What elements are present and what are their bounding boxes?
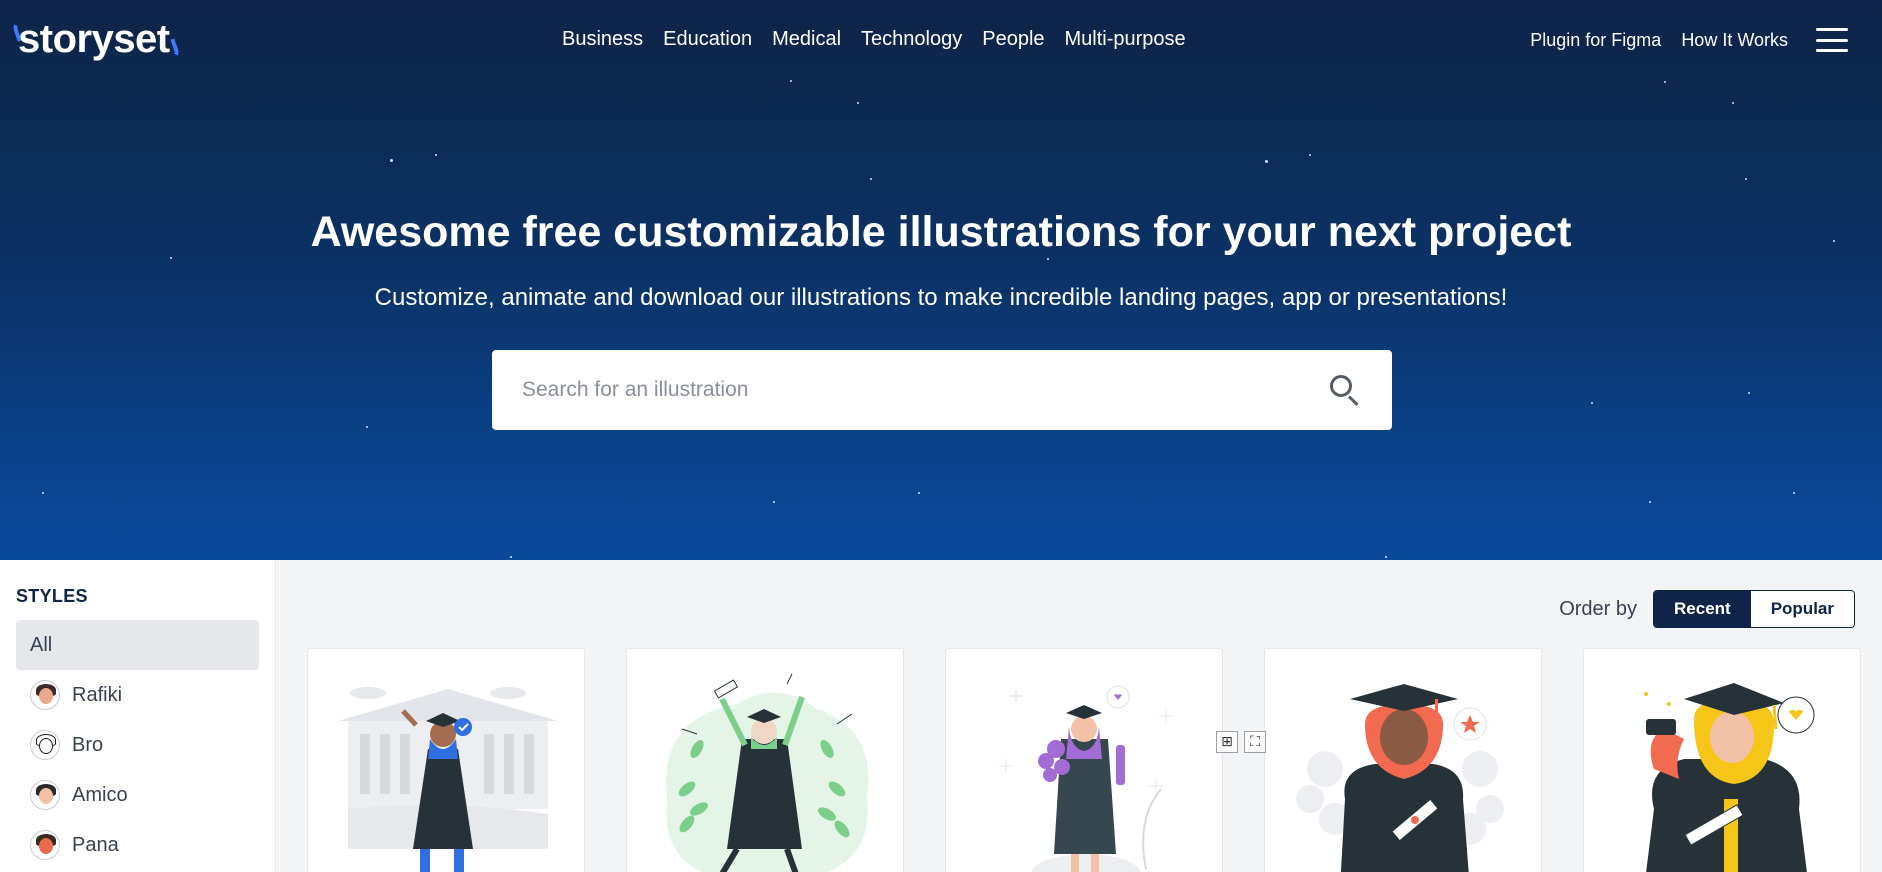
style-item-label: Pana bbox=[72, 833, 119, 856]
logo-text: storyset bbox=[18, 16, 170, 61]
hero-section: storyset Business Education Medical Tech… bbox=[0, 0, 1882, 560]
right-nav: Plugin for Figma How It Works bbox=[1530, 30, 1788, 51]
illustrations-main: Order by Recent Popular bbox=[277, 560, 1882, 872]
graduate-jumping-illustration bbox=[665, 673, 869, 872]
illustration-card[interactable] bbox=[1583, 648, 1861, 872]
star-decoration bbox=[857, 102, 859, 104]
grid-tool-icon[interactable]: ⊞ bbox=[1216, 731, 1238, 753]
illustration-card[interactable] bbox=[626, 648, 904, 872]
pana-avatar-icon bbox=[30, 830, 60, 860]
star-decoration bbox=[1793, 492, 1795, 494]
illustration-card[interactable] bbox=[1264, 648, 1542, 872]
storyset-logo[interactable]: storyset bbox=[11, 16, 181, 62]
nav-item-medical[interactable]: Medical bbox=[772, 28, 841, 51]
star-decoration bbox=[510, 556, 512, 558]
style-item-all[interactable]: All bbox=[16, 620, 259, 670]
star-decoration bbox=[42, 492, 44, 494]
hero-title: Awesome free customizable illustrations … bbox=[310, 208, 1572, 256]
hero-subtitle: Customize, animate and download our illu… bbox=[374, 284, 1508, 311]
style-item-label: Bro bbox=[72, 733, 104, 756]
plugin-for-figma-link[interactable]: Plugin for Figma bbox=[1530, 30, 1661, 51]
nav-item-business[interactable]: Business bbox=[562, 28, 643, 51]
category-nav: Business Education Medical Technology Pe… bbox=[562, 28, 1186, 51]
star-decoration bbox=[1047, 258, 1049, 260]
order-popular-button[interactable]: Popular bbox=[1750, 591, 1854, 627]
styles-sidebar: STYLES All Rafiki Bro Amico Pana bbox=[0, 560, 276, 872]
nav-item-technology[interactable]: Technology bbox=[861, 28, 962, 51]
how-it-works-link[interactable]: How It Works bbox=[1681, 30, 1788, 51]
star-decoration bbox=[1591, 402, 1593, 404]
star-decoration bbox=[1385, 556, 1387, 558]
expand-tool-icon[interactable]: ⛶ bbox=[1244, 731, 1266, 753]
search-bar bbox=[492, 350, 1392, 430]
graduate-selfie-illustration bbox=[1644, 683, 1815, 872]
star-decoration bbox=[1745, 178, 1747, 180]
hamburger-menu-icon[interactable] bbox=[1816, 28, 1848, 52]
style-item-label: Amico bbox=[72, 783, 128, 806]
style-item-label: Rafiki bbox=[72, 683, 123, 706]
styles-heading: STYLES bbox=[16, 586, 88, 606]
bro-avatar-icon bbox=[30, 730, 60, 760]
star-decoration bbox=[870, 178, 872, 180]
order-by-toggle: Recent Popular bbox=[1653, 590, 1855, 628]
illustration-grid bbox=[307, 648, 1861, 872]
star-decoration bbox=[170, 257, 172, 259]
illustration-card[interactable] bbox=[307, 648, 585, 872]
star-decoration bbox=[773, 501, 775, 503]
star-decoration bbox=[918, 492, 920, 494]
style-item-amico[interactable]: Amico bbox=[16, 770, 259, 820]
graduate-hijab-illustration bbox=[1296, 684, 1504, 872]
search-icon[interactable] bbox=[1328, 373, 1362, 407]
search-input[interactable] bbox=[522, 378, 1328, 402]
nav-item-people[interactable]: People bbox=[982, 28, 1044, 51]
star-decoration bbox=[435, 154, 437, 156]
rafiki-avatar-icon bbox=[30, 680, 60, 710]
star-decoration bbox=[1732, 102, 1734, 104]
style-item-label: All bbox=[30, 633, 53, 656]
nav-item-education[interactable]: Education bbox=[663, 28, 752, 51]
star-decoration bbox=[1309, 154, 1311, 156]
style-item-pana[interactable]: Pana bbox=[16, 820, 259, 870]
order-by-label: Order by bbox=[1559, 597, 1638, 620]
star-decoration bbox=[366, 426, 368, 428]
style-item-bro[interactable]: Bro bbox=[16, 720, 259, 770]
floating-toolbar: ⊞ ⛶ bbox=[1216, 731, 1266, 753]
illustration-card[interactable] bbox=[945, 648, 1223, 872]
amico-avatar-icon bbox=[30, 780, 60, 810]
nav-item-multi-purpose[interactable]: Multi-purpose bbox=[1065, 28, 1186, 51]
order-recent-button[interactable]: Recent bbox=[1654, 591, 1751, 627]
star-decoration bbox=[1265, 160, 1268, 163]
star-decoration bbox=[1748, 392, 1750, 394]
style-item-rafiki[interactable]: Rafiki bbox=[16, 670, 259, 720]
order-by-control: Order by Recent Popular bbox=[1559, 590, 1855, 628]
graduate-building-illustration bbox=[338, 687, 558, 872]
star-decoration bbox=[1649, 501, 1651, 503]
top-navigation-bar: storyset Business Education Medical Tech… bbox=[0, 0, 1882, 82]
graduate-flowers-illustration bbox=[999, 685, 1173, 872]
star-decoration bbox=[390, 159, 393, 162]
